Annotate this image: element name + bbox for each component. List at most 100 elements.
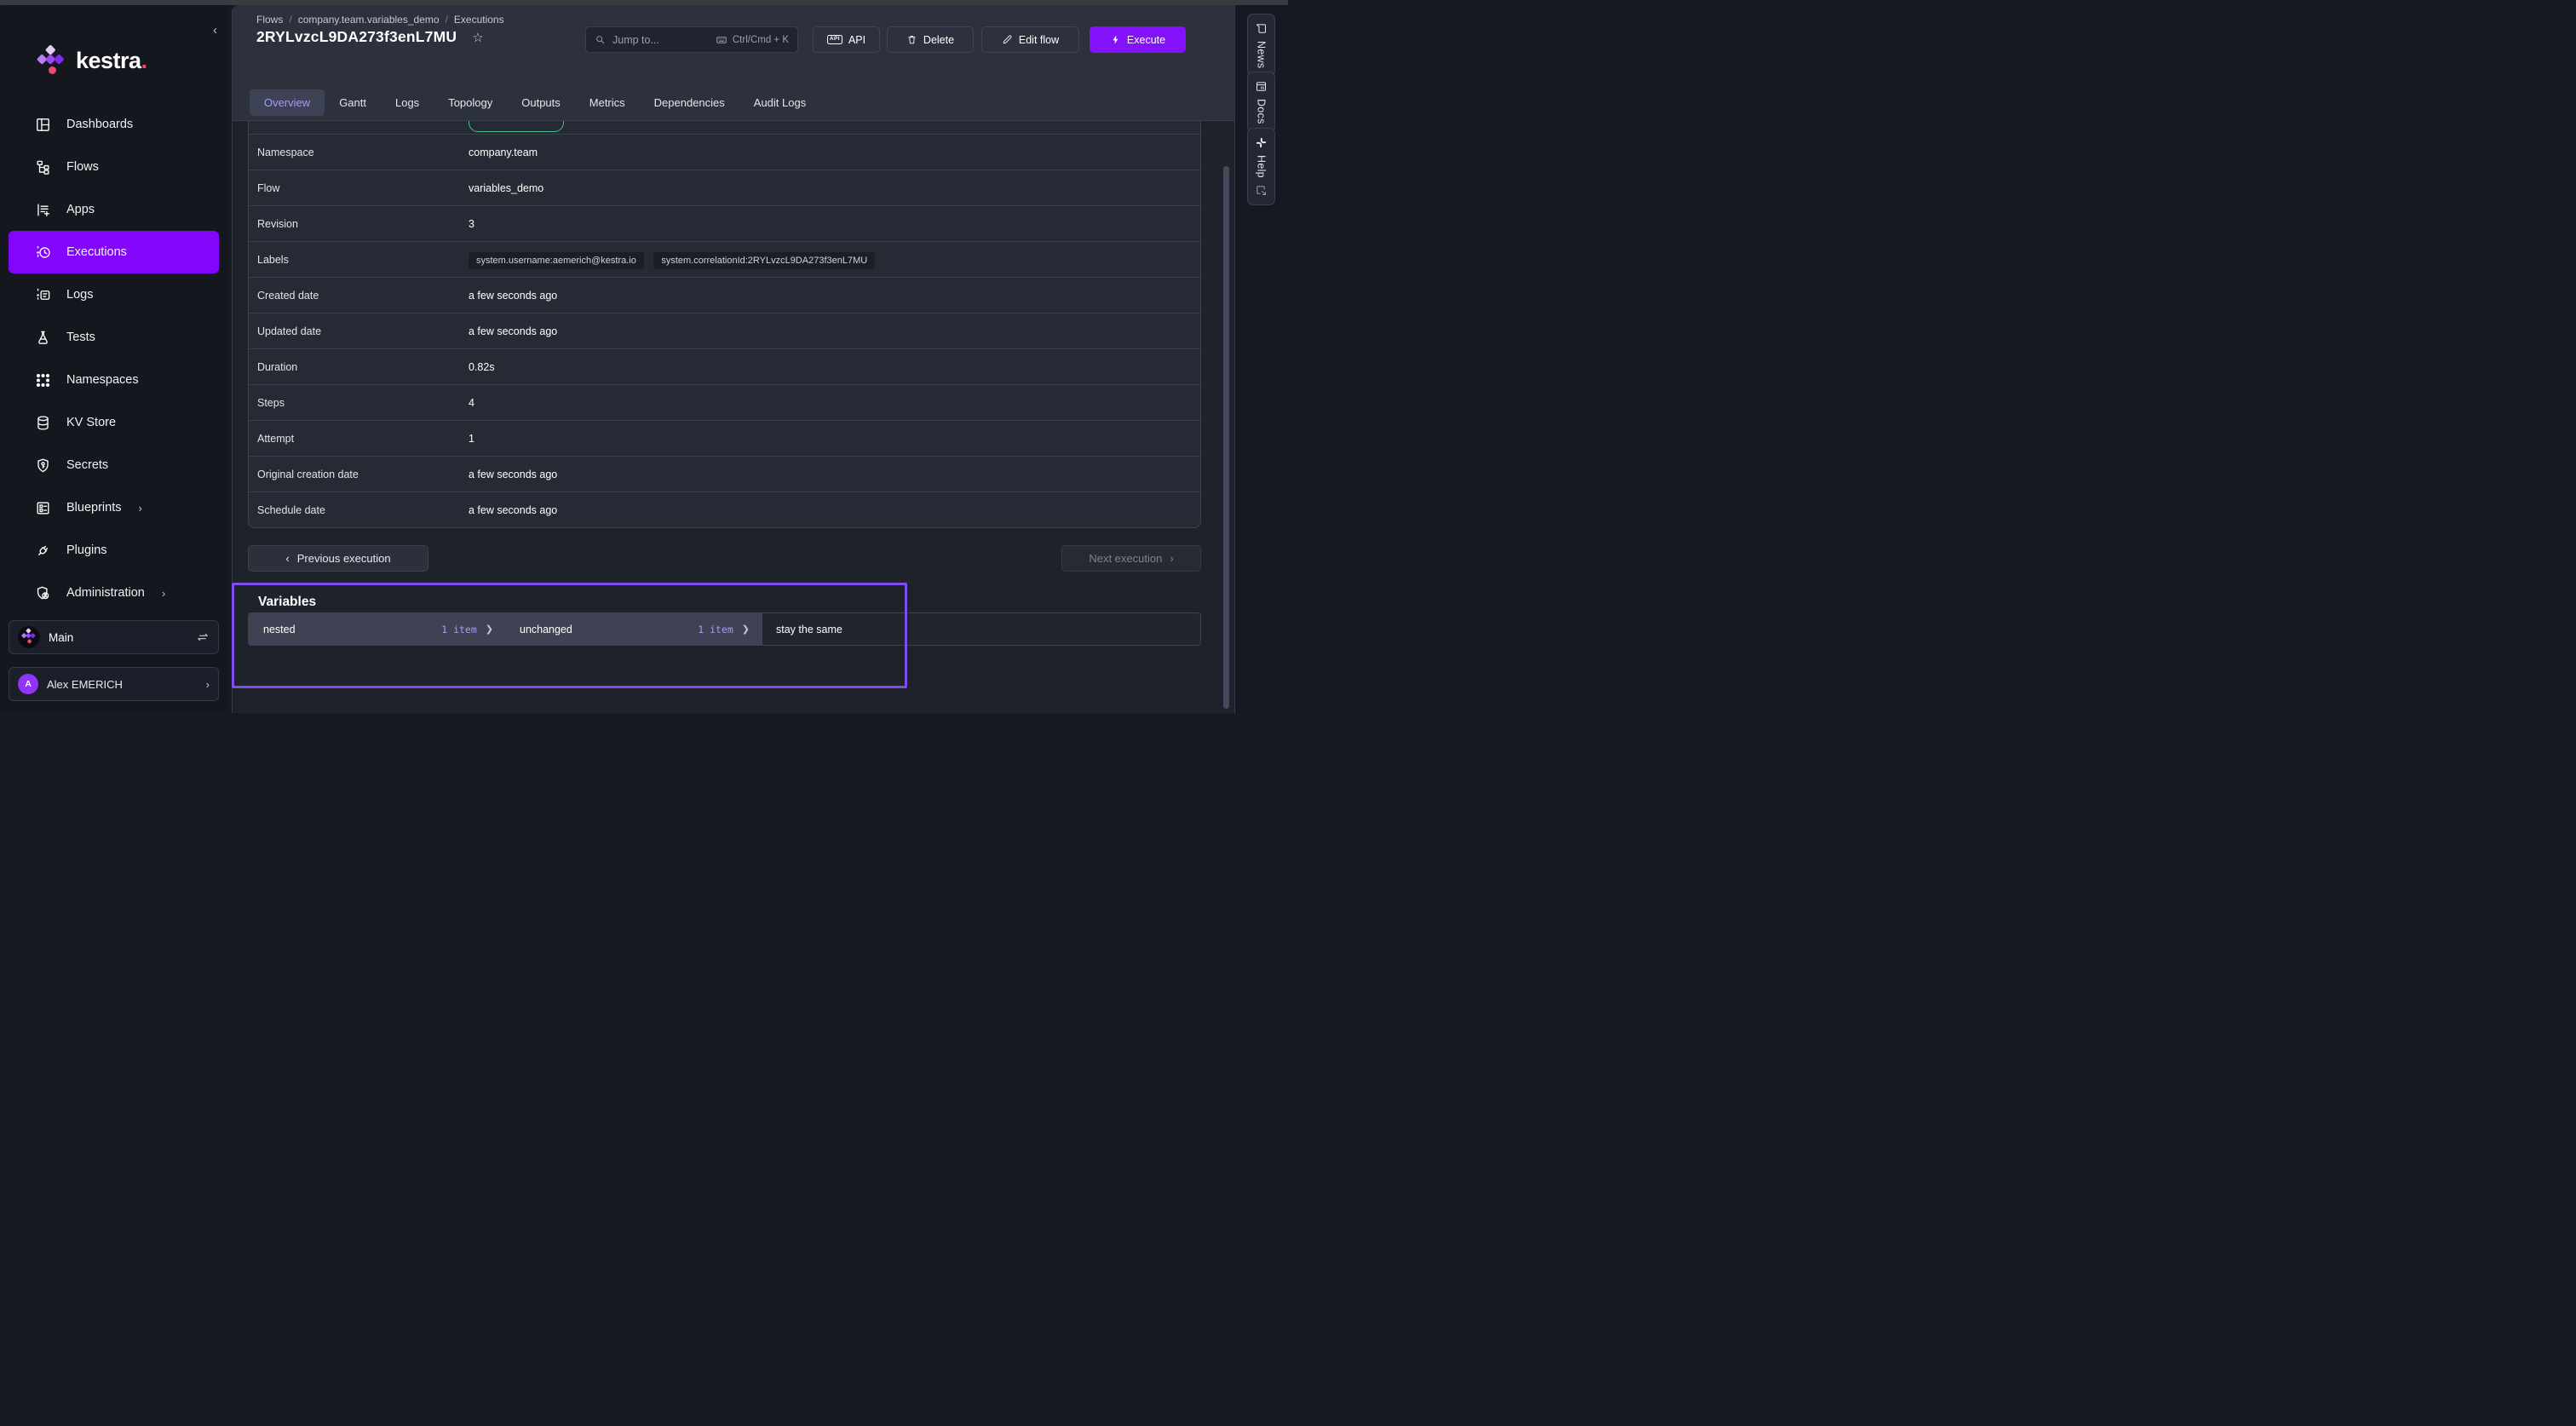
sidebar-item-dashboards[interactable]: Dashboards bbox=[9, 103, 219, 146]
search-shortcut: Ctrl/Cmd + K bbox=[733, 35, 789, 45]
overview-content: Namespacecompany.team Flowvariables_demo… bbox=[233, 121, 1235, 713]
sidebar-collapse-icon[interactable]: ‹ bbox=[213, 24, 217, 37]
next-execution-button[interactable]: Next execution › bbox=[1061, 545, 1201, 572]
chevron-right-icon: ❯ bbox=[742, 624, 750, 635]
table-row: Schedule datea few seconds ago bbox=[249, 492, 1200, 527]
kestra-logo[interactable]: kestra. bbox=[37, 44, 147, 77]
tenant-selector[interactable]: Main bbox=[9, 620, 219, 654]
sidebar-item-executions[interactable]: Executions bbox=[9, 231, 219, 273]
sidebar-item-logs[interactable]: Logs bbox=[9, 273, 219, 316]
vertical-scrollbar[interactable] bbox=[1223, 166, 1229, 709]
tenant-name: Main bbox=[49, 631, 73, 644]
kv-store-icon bbox=[35, 415, 51, 431]
administration-icon bbox=[35, 585, 51, 601]
right-rail: News Docs Help 1.0.0-SNAPSHOT bbox=[1234, 5, 1288, 713]
label-badge-username[interactable]: system.username:aemerich@kestra.io bbox=[469, 252, 644, 269]
tab-gantt[interactable]: Gantt bbox=[325, 89, 381, 116]
delete-button[interactable]: Delete bbox=[887, 26, 974, 53]
docs-button[interactable]: Docs bbox=[1247, 72, 1275, 133]
table-row: Duration0.82s bbox=[249, 348, 1200, 384]
secrets-icon bbox=[35, 457, 51, 474]
kestra-logo-icon bbox=[37, 44, 64, 77]
table-row: Steps4 bbox=[249, 384, 1200, 420]
tab-dependencies[interactable]: Dependencies bbox=[640, 89, 739, 116]
sidebar-item-plugins[interactable]: Plugins bbox=[9, 529, 219, 572]
executions-icon bbox=[35, 244, 51, 261]
chevron-right-icon: › bbox=[162, 587, 165, 600]
sidebar-item-secrets[interactable]: Secrets bbox=[9, 444, 219, 486]
table-row: Updated datea few seconds ago bbox=[249, 313, 1200, 348]
tab-outputs[interactable]: Outputs bbox=[507, 89, 575, 116]
kestra-logo-text: kestra. bbox=[76, 48, 147, 74]
breadcrumb-flows[interactable]: Flows bbox=[256, 14, 283, 26]
tab-metrics[interactable]: Metrics bbox=[575, 89, 640, 116]
tab-topology[interactable]: Topology bbox=[434, 89, 507, 116]
namespaces-icon bbox=[35, 372, 51, 388]
table-row: Original creation datea few seconds ago bbox=[249, 456, 1200, 492]
api-icon: API bbox=[827, 35, 842, 44]
variable-unchanged[interactable]: unchanged 1 item ❯ bbox=[505, 613, 762, 645]
docs-icon bbox=[1255, 80, 1268, 93]
tenant-logo-icon bbox=[18, 626, 40, 648]
swap-horizontal-icon bbox=[196, 630, 210, 644]
sidebar-item-apps[interactable]: Apps bbox=[9, 188, 219, 231]
chevron-right-icon: › bbox=[1170, 552, 1173, 565]
table-row-partial bbox=[249, 121, 1200, 134]
variables-section-title: Variables bbox=[258, 595, 316, 610]
flows-icon bbox=[35, 159, 51, 175]
tab-overview[interactable]: Overview bbox=[250, 89, 325, 116]
execute-button[interactable]: Execute bbox=[1090, 26, 1186, 53]
lightning-icon bbox=[1110, 34, 1121, 45]
kestra-app: ‹ kestra. Dashboards Flows Apps Execu bbox=[0, 0, 1288, 713]
page-header: Flows / company.team.variables_demo / Ex… bbox=[233, 5, 1234, 121]
news-icon bbox=[1255, 22, 1268, 35]
previous-execution-button[interactable]: ‹ Previous execution bbox=[248, 545, 428, 572]
sidebar-item-flows[interactable]: Flows bbox=[9, 146, 219, 188]
page-title: 2RYLvzcL9DA273f3enL7MU bbox=[256, 28, 457, 46]
chevron-right-icon: › bbox=[138, 502, 141, 515]
variable-nested[interactable]: nested 1 item ❯ bbox=[249, 613, 505, 645]
sidebar-item-kv-store[interactable]: KV Store bbox=[9, 401, 219, 444]
sidebar-item-namespaces[interactable]: Namespaces bbox=[9, 359, 219, 401]
user-name: Alex EMERICH bbox=[47, 678, 123, 691]
table-row: Flowvariables_demo bbox=[249, 170, 1200, 205]
sidebar-nav: Dashboards Flows Apps Executions Logs Te… bbox=[0, 103, 227, 614]
help-button[interactable]: Help bbox=[1247, 128, 1275, 205]
breadcrumb-namespace-flow[interactable]: company.team.variables_demo bbox=[298, 14, 440, 26]
search-icon bbox=[595, 34, 606, 45]
blueprints-icon bbox=[35, 500, 51, 516]
pencil-icon bbox=[1002, 34, 1013, 45]
table-row: Revision3 bbox=[249, 205, 1200, 241]
sidebar-item-administration[interactable]: Administration › bbox=[9, 572, 219, 614]
main-panel: Flows / company.team.variables_demo / Ex… bbox=[232, 5, 1234, 713]
external-link-icon bbox=[1255, 184, 1268, 197]
label-badge-correlation-id[interactable]: system.correlationId:2RYLvzcL9DA273f3enL… bbox=[653, 252, 875, 269]
tests-icon bbox=[35, 330, 51, 346]
api-button[interactable]: API API bbox=[813, 26, 880, 53]
sidebar: ‹ kestra. Dashboards Flows Apps Execu bbox=[0, 5, 227, 713]
chevron-right-icon: ❯ bbox=[486, 624, 493, 635]
execution-tabs: Overview Gantt Logs Topology Outputs Met… bbox=[250, 89, 820, 116]
logs-icon bbox=[35, 287, 51, 303]
execution-details-table: Namespacecompany.team Flowvariables_demo… bbox=[248, 121, 1201, 528]
variable-value: stay the same bbox=[762, 613, 1200, 645]
edit-flow-button[interactable]: Edit flow bbox=[981, 26, 1079, 53]
chevron-right-icon: › bbox=[206, 678, 210, 691]
breadcrumb-executions[interactable]: Executions bbox=[454, 14, 504, 26]
keyboard-icon bbox=[716, 34, 727, 46]
table-row: Created datea few seconds ago bbox=[249, 277, 1200, 313]
slack-icon bbox=[1255, 136, 1268, 149]
news-button[interactable]: News bbox=[1247, 14, 1275, 77]
chevron-left-icon: ‹ bbox=[285, 552, 289, 565]
user-menu[interactable]: A Alex EMERICH › bbox=[9, 667, 219, 701]
tab-audit-logs[interactable]: Audit Logs bbox=[739, 89, 820, 116]
sidebar-item-blueprints[interactable]: Blueprints › bbox=[9, 486, 219, 529]
favorite-star-icon[interactable]: ☆ bbox=[472, 30, 483, 45]
variables-row: nested 1 item ❯ unchanged 1 item ❯ stay … bbox=[248, 612, 1201, 646]
table-row-labels: Labels system.username:aemerich@kestra.i… bbox=[249, 241, 1200, 277]
tab-logs[interactable]: Logs bbox=[381, 89, 434, 116]
jump-to-search[interactable]: Jump to... Ctrl/Cmd + K bbox=[585, 26, 798, 53]
user-avatar: A bbox=[18, 674, 38, 694]
sidebar-item-tests[interactable]: Tests bbox=[9, 316, 219, 359]
plugins-icon bbox=[35, 543, 51, 559]
